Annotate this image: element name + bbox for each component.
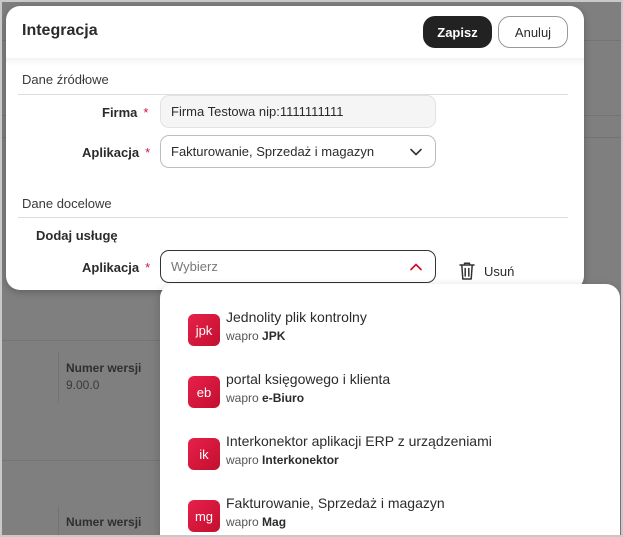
firma-label-text: Firma — [102, 105, 138, 120]
option-subtitle: wapro e-Biuro — [226, 391, 305, 405]
required-mark: * — [143, 105, 149, 120]
source-application-select[interactable]: Fakturowanie, Sprzedaż i magazyn — [160, 135, 436, 168]
option-subtitle: wapro JPK — [226, 329, 286, 343]
target-aplikacja-label: Aplikacja * — [82, 260, 150, 275]
option-title: portal księgowego i klienta — [226, 371, 391, 387]
firma-field[interactable]: Firma Testowa nip:1111111111 — [160, 95, 436, 128]
bg-vline — [58, 352, 59, 402]
dropdown-option[interactable]: ik Interkonektor aplikacji ERP z urządze… — [188, 432, 598, 478]
aplikacja-label-text: Aplikacja — [82, 145, 140, 160]
option-subtitle: wapro Mag — [226, 515, 287, 529]
option-title: Interkonektor aplikacji ERP z urządzenia… — [226, 433, 492, 449]
required-mark: * — [145, 260, 151, 275]
remove-service-button[interactable]: Usuń — [458, 260, 514, 282]
bg-version-value: 9.00.0 — [66, 378, 100, 392]
target-application-placeholder: Wybierz — [171, 259, 218, 274]
dropdown-option[interactable]: mg Fakturowanie, Sprzedaż i magazyn wapr… — [188, 494, 598, 537]
option-subtitle: wapro Interkonektor — [226, 453, 339, 467]
bg-version-label: Numer wersji — [66, 515, 142, 529]
section-divider — [18, 217, 568, 218]
mag-icon: mg — [188, 500, 220, 532]
bg-version-label: Numer wersji — [66, 361, 142, 375]
aplikacja-label: Aplikacja * — [82, 145, 150, 160]
target-section-title: Dane docelowe — [22, 196, 112, 211]
dropdown-option[interactable]: jpk Jednolity plik kontrolny wapro JPK — [188, 308, 598, 354]
required-mark: * — [145, 145, 151, 160]
application-dropdown: jpk Jednolity plik kontrolny wapro JPK e… — [160, 284, 620, 537]
option-title: Fakturowanie, Sprzedaż i magazyn — [226, 495, 445, 511]
option-title: Jednolity plik kontrolny — [226, 309, 367, 325]
source-section-title: Dane źródłowe — [22, 72, 109, 87]
firma-value: Firma Testowa nip:1111111111 — [171, 104, 344, 119]
chevron-up-icon — [410, 263, 422, 270]
target-aplikacja-label-text: Aplikacja — [82, 260, 140, 275]
remove-label: Usuń — [484, 263, 515, 279]
modal-title: Integracja — [22, 22, 98, 39]
dropdown-option[interactable]: eb portal księgowego i klienta wapro e-B… — [188, 370, 598, 416]
target-application-select[interactable]: Wybierz — [160, 250, 436, 283]
cancel-button[interactable]: Anuluj — [498, 16, 568, 48]
chevron-down-icon — [410, 148, 422, 155]
add-service-label: Dodaj usługę — [36, 228, 118, 243]
jpk-icon: jpk — [188, 314, 220, 346]
trash-icon — [459, 262, 475, 280]
integration-modal: Integracja Zapisz Anuluj Dane źródłowe F… — [6, 6, 584, 290]
save-button[interactable]: Zapisz — [423, 16, 492, 48]
interkonektor-icon: ik — [188, 438, 220, 470]
firma-label: Firma * — [102, 105, 148, 120]
bg-vline — [58, 506, 59, 537]
source-application-value: Fakturowanie, Sprzedaż i magazyn — [171, 144, 375, 159]
header-separator — [6, 58, 584, 66]
e-biuro-icon: eb — [188, 376, 220, 408]
